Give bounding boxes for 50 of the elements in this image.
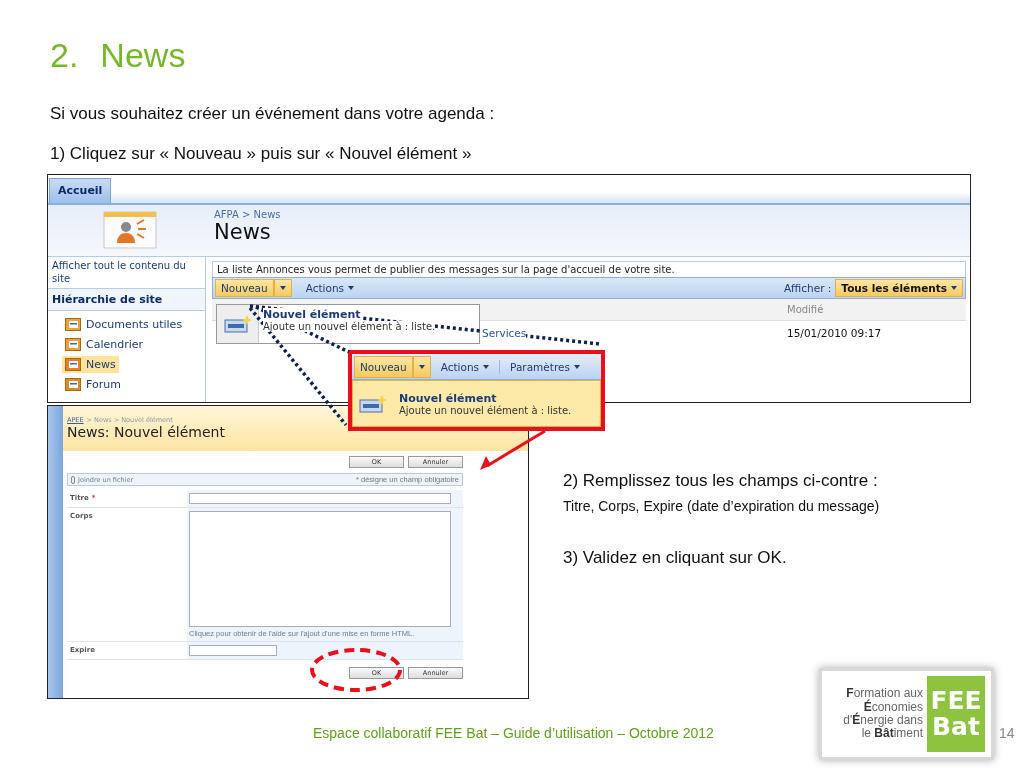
sidebar-item[interactable]: Forum (62, 376, 124, 393)
menu-item-title[interactable]: Nouvel élément (399, 391, 497, 405)
new-item-icon (223, 315, 252, 333)
caret-icon (348, 286, 355, 290)
caret-icon (418, 364, 425, 369)
step-detail: Titre, Corps, Expire (date d’expiration du message) (563, 498, 880, 514)
actions-menu[interactable]: Actions (430, 359, 500, 374)
table-cell-text: 15/01/2010 09:17 (787, 327, 883, 339)
slide-title: News (100, 36, 186, 75)
title-field[interactable] (189, 493, 451, 504)
sidebar-heading: Hiérarchie de site (48, 289, 205, 311)
logo-mark-text: FEE (930, 687, 982, 714)
section-number: 2. (50, 36, 79, 75)
date-field[interactable] (189, 645, 277, 656)
intro-text: Si vous souhaitez créer un événement dans votre agenda : (50, 104, 495, 124)
form-title: News: Nouvel élément (67, 424, 226, 440)
footer-text: Espace collaboratif FEE Bat – Guide d’utilisation – Octobre 2012 (313, 725, 714, 741)
view-dropdown[interactable]: Tous les éléments (835, 279, 963, 297)
caret-icon (279, 286, 286, 290)
new-item-menu-entry[interactable]: Nouvel élément Ajoute un nouvel élément à : liste. (352, 380, 601, 427)
body-field[interactable] (189, 511, 451, 627)
settings-menu[interactable]: Paramètres (499, 359, 590, 374)
step-text: 2) Remplissez tous les champs ci-contre : (563, 471, 878, 491)
logo-mark-text: Bat (932, 714, 980, 741)
caret-icon (573, 364, 580, 369)
breadcrumb[interactable]: AFPA > News (214, 209, 281, 220)
menu-item-title[interactable]: Nouvel élément (263, 308, 361, 321)
new-button[interactable]: Nouveau (215, 279, 274, 297)
step-text: 3) Validez en cliquant sur OK. (563, 548, 787, 568)
new-dropdown-button[interactable] (412, 355, 431, 378)
sidebar-item[interactable]: News (62, 356, 119, 373)
logo-text: le Bâtiment (861, 727, 923, 741)
home-tab[interactable]: Accueil (49, 178, 112, 203)
logo-text: d'Énergie dans (843, 714, 923, 728)
new-button[interactable]: Nouveau (354, 355, 413, 378)
view-label: Afficher : (783, 282, 832, 294)
caret-icon (483, 364, 490, 369)
sidebar-item[interactable]: Calendrier (62, 336, 147, 353)
sidebar-item[interactable]: Documents utiles (62, 316, 186, 333)
new-item-icon (359, 394, 387, 413)
logo-text: Économies (863, 700, 923, 714)
menu-item-description: Ajoute un nouvel élément à : liste. (263, 321, 436, 332)
actions-menu[interactable]: Actions (295, 281, 365, 295)
paperclip-icon (71, 475, 75, 484)
caret-icon (951, 286, 957, 290)
page-title: News (214, 220, 272, 244)
step-text: 1) Cliquez sur « Nouveau » puis sur « Nouvel élément » (50, 144, 472, 164)
menu-item-description: Ajoute un nouvel élément à : liste. (399, 404, 572, 416)
item-link[interactable]: Services (482, 327, 527, 339)
page-number: 14 (999, 725, 1015, 741)
